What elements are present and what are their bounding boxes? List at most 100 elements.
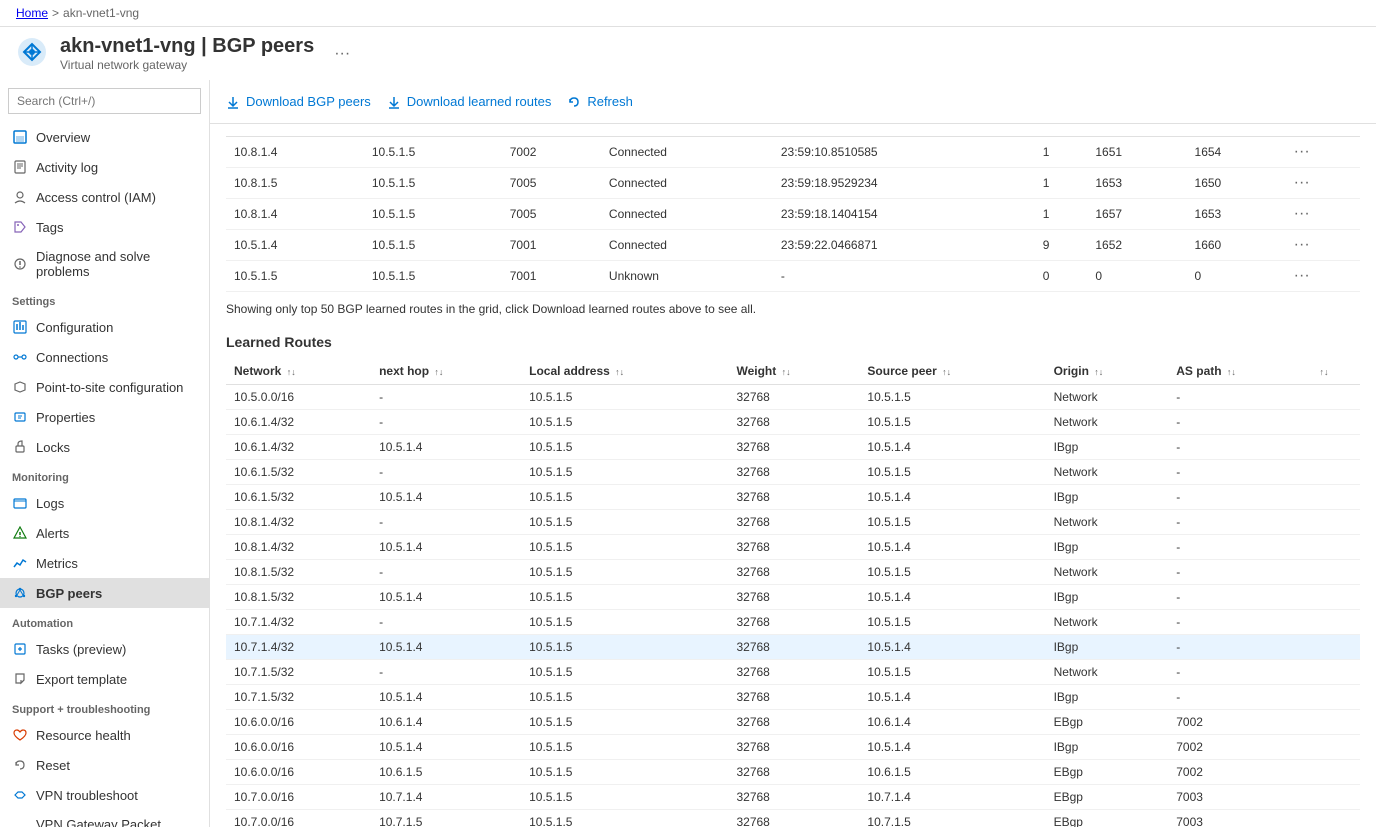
sidebar-activitylog-label: Activity log [36,160,98,175]
sidebar-item-resource-health[interactable]: Resource health [0,720,209,750]
row-more-button[interactable]: ··· [1294,174,1310,192]
route-cell-4: 10.6.1.4 [859,710,1045,735]
iam-icon [12,189,28,205]
sidebar-item-alerts[interactable]: Alerts [0,518,209,548]
col-localaddr[interactable]: Local address ↑↓ [521,358,728,385]
col-uptime [773,124,1035,137]
info-text: Showing only top 50 BGP learned routes i… [210,292,1376,326]
sidebar-item-locks[interactable]: Locks [0,432,209,462]
more-options-btn[interactable]: ··· [334,45,350,63]
sidebar-item-activity-log[interactable]: Activity log [0,152,209,182]
route-cell-0: 10.6.0.0/16 [226,760,371,785]
refresh-button[interactable]: Refresh [567,90,633,113]
route-row: 10.5.0.0/16-10.5.1.53276810.5.1.5Network… [226,385,1360,410]
peer-cell-2: 7001 [502,230,601,261]
col-actions [1286,124,1360,137]
sidebar-metrics-label: Metrics [36,556,78,571]
breadcrumb-sep: > [52,6,59,20]
sidebar-logs-label: Logs [36,496,64,511]
col-end: ↑↓ [1310,358,1360,385]
p2s-icon [12,379,28,395]
download-learned-routes-button[interactable]: Download learned routes [387,90,552,113]
route-cell-4: 10.7.1.4 [859,785,1045,810]
route-cell-5: Network [1046,660,1169,685]
sidebar-health-label: Resource health [36,728,131,743]
route-cell-2: 10.5.1.5 [521,460,728,485]
download-bgp-peers-button[interactable]: Download BGP peers [226,90,371,113]
peer-cell-4: 23:59:22.0466871 [773,230,1035,261]
row-more-button[interactable]: ··· [1294,236,1310,254]
route-cell-2: 10.5.1.5 [521,385,728,410]
peer-cell-4: 23:59:18.1404154 [773,199,1035,230]
sidebar-item-metrics[interactable]: Metrics [0,548,209,578]
route-cell-3: 32768 [728,660,859,685]
sidebar-item-export-template[interactable]: Export template [0,664,209,694]
route-cell-0: 10.8.1.4/32 [226,510,371,535]
route-cell-end [1310,635,1360,660]
sidebar-item-properties[interactable]: Properties [0,402,209,432]
route-cell-6: - [1168,660,1309,685]
sidebar-item-iam[interactable]: Access control (IAM) [0,182,209,212]
breadcrumb-home[interactable]: Home [16,6,48,20]
route-cell-end [1310,460,1360,485]
route-cell-2: 10.5.1.5 [521,585,728,610]
peer-cell-3: Connected [601,137,773,168]
search-input[interactable] [8,88,201,114]
col-aspath[interactable]: AS path ↑↓ [1168,358,1309,385]
route-cell-4: 10.5.1.5 [859,510,1045,535]
route-cell-4: 10.5.1.4 [859,585,1045,610]
col-nexthop[interactable]: next hop ↑↓ [371,358,521,385]
sidebar: Overview Activity log Access control (IA… [0,80,210,827]
route-cell-end [1310,735,1360,760]
log-icon [12,159,28,175]
route-cell-end [1310,660,1360,685]
route-cell-3: 32768 [728,535,859,560]
route-cell-1: - [371,410,521,435]
route-cell-2: 10.5.1.5 [521,435,728,460]
route-cell-0: 10.7.1.5/32 [226,685,371,710]
row-more-button[interactable]: ··· [1294,143,1310,161]
sidebar-item-logs[interactable]: Logs [0,488,209,518]
sidebar-item-connections[interactable]: Connections [0,342,209,372]
peer-cell-0: 10.5.1.4 [226,230,364,261]
route-cell-6: - [1168,560,1309,585]
sidebar-reset-label: Reset [36,758,70,773]
route-row: 10.8.1.4/3210.5.1.410.5.1.53276810.5.1.4… [226,535,1360,560]
route-row: 10.6.1.4/3210.5.1.410.5.1.53276810.5.1.4… [226,435,1360,460]
col-weight[interactable]: Weight ↑↓ [728,358,859,385]
peer-cell-5: 1 [1035,137,1088,168]
peer-cell-0: 10.5.1.5 [226,261,364,292]
peer-cell-4: 23:59:18.9529234 [773,168,1035,199]
peer-cell-2: 7002 [502,137,601,168]
route-cell-3: 32768 [728,560,859,585]
monitoring-section-label: Monitoring [0,462,209,488]
route-cell-3: 32768 [728,385,859,410]
route-row: 10.8.1.5/3210.5.1.410.5.1.53276810.5.1.4… [226,585,1360,610]
route-row: 10.6.0.0/1610.5.1.410.5.1.53276810.5.1.4… [226,735,1360,760]
route-cell-4: 10.5.1.5 [859,385,1045,410]
row-more-button[interactable]: ··· [1294,267,1310,285]
reset-icon [12,757,28,773]
sidebar-item-bgp-peers[interactable]: BGP peers [0,578,209,608]
route-cell-4: 10.5.1.4 [859,535,1045,560]
route-cell-1: 10.5.1.4 [371,535,521,560]
col-network[interactable]: Network ↑↓ [226,358,371,385]
sidebar-item-vpn-capture[interactable]: VPN Gateway Packet Capture [0,810,209,827]
sidebar-item-reset[interactable]: Reset [0,750,209,780]
sidebar-item-configuration[interactable]: Configuration [0,312,209,342]
sidebar-item-diagnose[interactable]: Diagnose and solve problems [0,242,209,286]
sidebar-vpn-troubleshoot-label: VPN troubleshoot [36,788,138,803]
route-cell-4: 10.5.1.4 [859,685,1045,710]
col-origin[interactable]: Origin ↑↓ [1046,358,1169,385]
route-cell-5: IBgp [1046,435,1169,460]
sidebar-item-tasks[interactable]: Tasks (preview) [0,634,209,664]
sidebar-item-overview[interactable]: Overview [0,122,209,152]
peer-cell-0: 10.8.1.4 [226,199,364,230]
row-more-button[interactable]: ··· [1294,205,1310,223]
page-subtitle: Virtual network gateway [60,58,314,72]
table-row: 10.8.1.410.5.1.57005Connected23:59:18.14… [226,199,1360,230]
sidebar-item-tags[interactable]: Tags [0,212,209,242]
sidebar-item-p2s[interactable]: Point-to-site configuration [0,372,209,402]
sidebar-item-vpn-troubleshoot[interactable]: VPN troubleshoot [0,780,209,810]
col-sourcepeer[interactable]: Source peer ↑↓ [859,358,1045,385]
